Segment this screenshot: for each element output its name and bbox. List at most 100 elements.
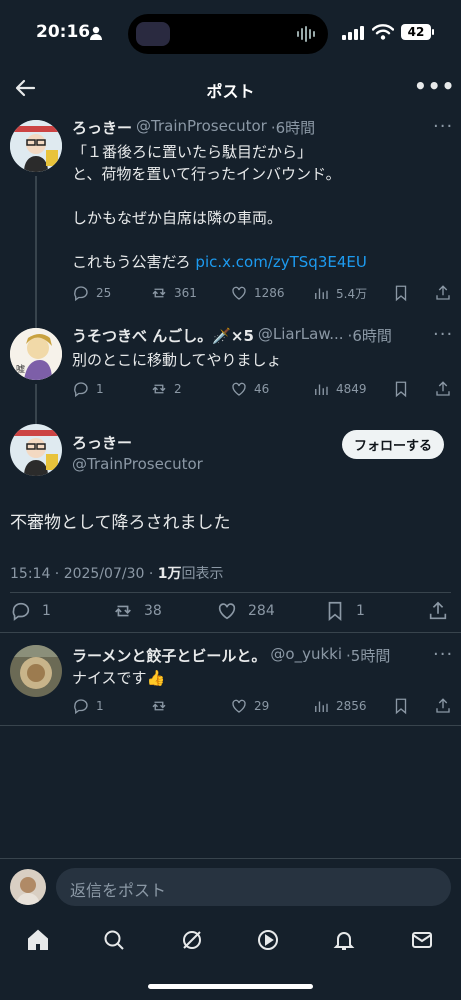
reply-composer: 返信をポスト (0, 858, 461, 914)
reply-icon (74, 382, 88, 398)
main-tweet: ろっきー @TrainProsecutor フォローする 不審物として降ろされま… (0, 416, 461, 632)
user-avatar-icon (10, 645, 62, 697)
repost-button[interactable] (150, 697, 168, 715)
reply-input[interactable]: 返信をポスト (56, 868, 451, 906)
bookmark-icon (328, 601, 342, 622)
views-button[interactable]: 2856 (312, 697, 367, 715)
like-button[interactable]: 1286 (230, 284, 285, 302)
username[interactable]: @TrainProsecutor (136, 117, 267, 138)
thread-tweet-2[interactable]: 嘘 うそつきべ んごし。🗡️×5 @LiarLaw... ·6時間 ··· 別の… (0, 320, 461, 416)
avatar[interactable] (10, 120, 62, 172)
media-link[interactable]: pic.x.com/zyTSq3E4EU (195, 253, 366, 271)
heart-icon (232, 286, 246, 300)
like-button[interactable]: 284 (216, 600, 275, 622)
share-button[interactable] (434, 380, 452, 398)
username[interactable]: @LiarLaw... (258, 325, 344, 346)
like-button[interactable]: 29 (230, 697, 269, 715)
tweet-more-icon[interactable]: ··· (433, 116, 453, 137)
bookmark-button[interactable] (392, 380, 410, 398)
bookmark-count: 1 (356, 603, 365, 619)
tab-messages[interactable] (410, 928, 434, 956)
messages-icon (412, 932, 432, 948)
reply-button[interactable]: 1 (10, 600, 51, 622)
bookmark-icon (395, 381, 407, 398)
reply-icon (12, 602, 30, 621)
like-count: 46 (254, 382, 270, 396)
view-count: 5.4万 (336, 286, 368, 301)
home-indicator (148, 984, 313, 989)
reply-icon (74, 286, 88, 302)
repost-button[interactable]: 361 (150, 284, 197, 302)
reply-button[interactable]: 1 (72, 697, 104, 715)
tweet-text: 不審物として降ろされました (10, 513, 231, 533)
repost-button[interactable]: 38 (112, 600, 162, 622)
thread-connector-top (35, 320, 37, 328)
display-name[interactable]: ろっきー (72, 117, 132, 138)
thread-tweet-1[interactable]: ろっきー @TrainProsecutor ·6時間 ··· 「１番後ろに置いた… (0, 112, 461, 320)
tab-home[interactable] (26, 928, 50, 956)
reply-button[interactable]: 25 (72, 284, 111, 302)
divider (10, 592, 451, 593)
bookmark-button[interactable] (392, 284, 410, 302)
divider (0, 725, 461, 726)
reply-count: 25 (96, 286, 112, 300)
view-count: 2856 (336, 699, 367, 713)
repost-button[interactable]: 2 (150, 380, 182, 398)
display-name[interactable]: ろっきー (72, 432, 132, 453)
timestamp: ·6時間 (347, 327, 392, 345)
tweet-more-icon[interactable]: ··· (433, 324, 453, 345)
tab-video[interactable] (256, 928, 280, 956)
like-button[interactable]: 46 (230, 380, 269, 398)
bookmark-button[interactable] (392, 697, 410, 715)
tab-search[interactable] (102, 928, 126, 956)
share-button[interactable] (434, 284, 452, 302)
tweet-header: うそつきべ んごし。🗡️×5 @LiarLaw... ·6時間 (72, 325, 424, 346)
follow-button[interactable]: フォローする (342, 430, 445, 459)
repost-icon (152, 288, 166, 298)
view-count: 4849 (336, 382, 367, 396)
my-avatar[interactable] (10, 869, 46, 905)
share-button[interactable] (427, 600, 449, 622)
like-count: 1286 (254, 286, 285, 300)
heart-icon (232, 699, 246, 713)
share-icon (436, 381, 450, 396)
username[interactable]: @TrainProsecutor (72, 455, 203, 473)
status-time: 20:16 (36, 22, 91, 42)
reply-tweet[interactable]: ラーメンと餃子とビールと。 @o_yukki ·5時間 ··· ナイスです👍 1… (0, 633, 461, 725)
repost-count: 38 (144, 603, 162, 619)
grok-icon (183, 931, 201, 949)
tweet-more-icon[interactable]: ··· (433, 644, 453, 665)
views-button[interactable]: 4849 (312, 380, 367, 398)
tweet-text: ナイスです👍 (72, 669, 166, 687)
tweet-header: ろっきー @TrainProsecutor ·6時間 (72, 117, 417, 138)
repost-icon (152, 701, 166, 711)
person-icon (90, 26, 102, 40)
share-button[interactable] (434, 697, 452, 715)
avatar[interactable]: 嘘 (10, 328, 62, 380)
tweet-text: 別のとこに移動してやりましょ (72, 351, 282, 369)
reply-count: 1 (96, 382, 104, 396)
bookmark-button[interactable]: 1 (324, 600, 365, 622)
avatar[interactable] (10, 645, 62, 697)
tab-notifications[interactable] (332, 928, 356, 956)
reply-count: 1 (42, 603, 51, 619)
thread-connector (35, 384, 37, 416)
display-name[interactable]: ラーメンと餃子とビールと。 (72, 645, 266, 666)
wifi-icon (372, 24, 394, 40)
views-button[interactable]: 5.4万 (312, 284, 367, 302)
svg-text:嘘: 嘘 (16, 363, 25, 375)
user-avatar-icon (10, 424, 62, 476)
avatar[interactable] (10, 424, 62, 476)
repost-icon (152, 384, 166, 394)
like-count: 284 (248, 603, 275, 619)
cellular-signal-icon (342, 26, 364, 40)
tweet-text: 「１番後ろに置いたら駄目だから」 と、荷物を置いて行ったインバウンド。 しかもな… (72, 143, 367, 271)
tweet-datetime[interactable]: 15:14 · 2025/07/30 · (10, 566, 158, 582)
tweet-meta: 15:14 · 2025/07/30 · 1万回表示 (10, 563, 224, 583)
tab-grok[interactable] (180, 928, 204, 956)
reply-button[interactable]: 1 (72, 380, 104, 398)
more-options-icon[interactable]: ••• (414, 74, 455, 98)
username[interactable]: @o_yukki (270, 645, 342, 666)
repost-count: 2 (174, 382, 182, 396)
display-name[interactable]: うそつきべ んごし。🗡️×5 (72, 325, 254, 346)
